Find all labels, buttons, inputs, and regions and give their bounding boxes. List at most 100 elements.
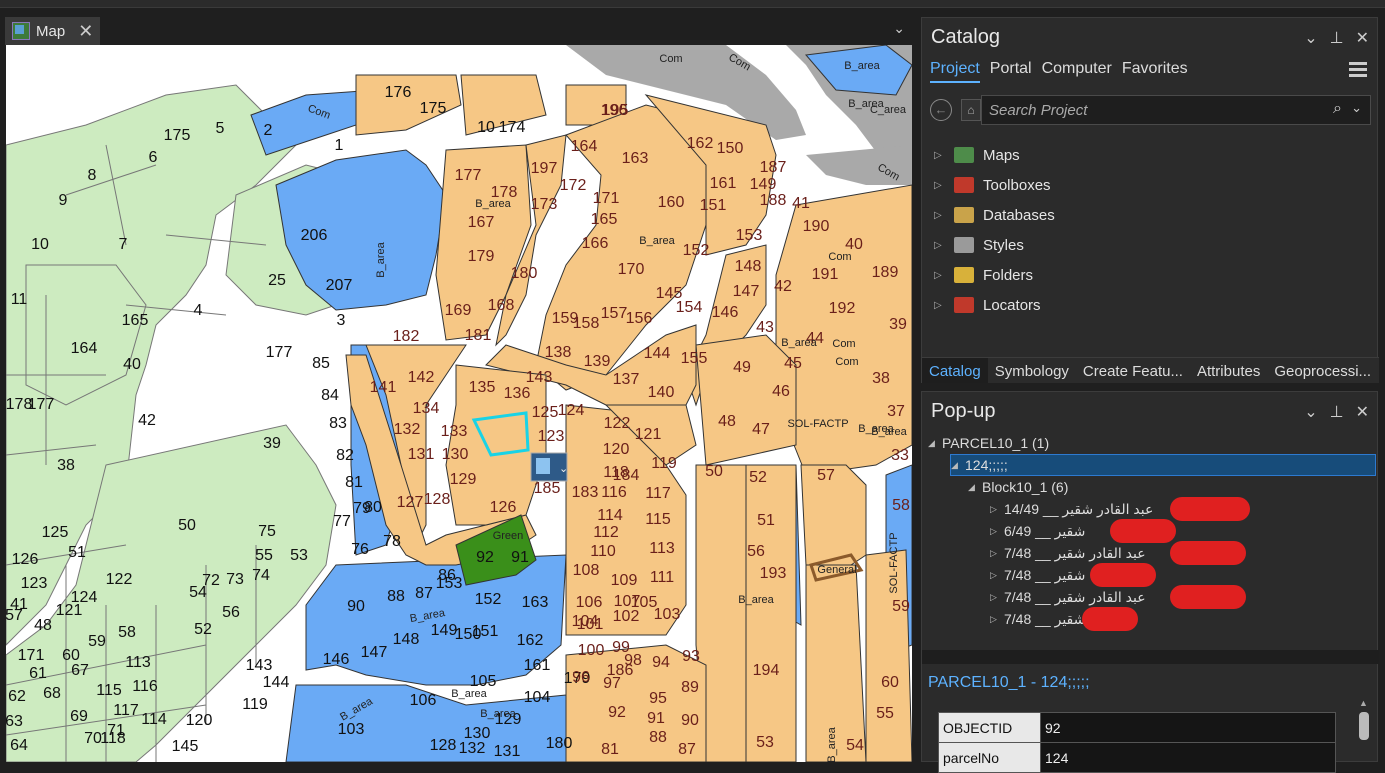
tab-geoprocessing[interactable]: Geoprocessi... [1267,358,1378,383]
popup-record-row[interactable]: ▷ 7/48 __ شقير [990,607,1376,631]
tab-computer[interactable]: Computer [1042,60,1112,83]
catalog-title: Catalog [931,26,1000,48]
map-label: 184 [613,467,640,484]
catalog-item-locators[interactable]: ▷ Locators [934,290,1055,320]
map-label: 191 [812,266,839,283]
map-label: 91 [647,710,665,727]
popup-record-row[interactable]: ▷ 7/48 __ عبد القادر شقير [990,541,1376,565]
tab-portal[interactable]: Portal [990,60,1032,83]
map-label: General [817,564,856,576]
back-icon[interactable]: ← [930,99,952,121]
splitter[interactable] [922,650,1379,664]
popup-record-row[interactable]: ▷ 7/48 __ شقير [990,563,1376,587]
map-label: B_area [738,594,774,606]
scrollbar[interactable]: ▲ [1359,698,1371,758]
map-label: 128 [430,737,457,754]
popup-record-row[interactable]: ▷ 7/48 __ عبد القادر شقير [990,585,1376,609]
map-label: 1 [335,137,344,154]
popup-record-row[interactable]: ▷ 6/49 __ شقير [990,519,1376,543]
map-canvas[interactable]: ⌄ 17617510 174175 5 2618910 7111654252062073… [6,45,912,762]
map-label: 140 [648,384,675,401]
map-label: 206 [301,227,328,244]
close-icon[interactable]: ✕ [1356,28,1369,48]
map-label: 131 [408,446,435,463]
pane-controls: ⌄ ⊥ ✕ [1304,402,1369,422]
close-icon[interactable]: ✕ [1356,402,1369,422]
popup-related-row[interactable]: ◢ Block10_1 (6) [968,476,1376,498]
chevron-down-icon[interactable]: ⌄ [1351,100,1362,116]
tab-create-features[interactable]: Create Featu... [1076,358,1190,383]
catalog-item-toolboxes[interactable]: ▷ Toolboxes [934,170,1055,200]
map-label: 161 [524,657,551,674]
map-label: 41 [792,195,810,212]
map-label: 160 [658,194,685,211]
map-label: 59 [88,633,106,650]
popup-record-label: 7/48 __ شقير [1004,566,1086,583]
tab-attributes[interactable]: Attributes [1190,358,1267,383]
map-label: 172 [560,177,587,194]
menu-icon[interactable] [1349,62,1367,78]
search-input[interactable]: Search Project ⌕ ⌄ [981,95,1371,125]
locator-icon [954,297,974,313]
map-label: 25 [268,272,286,289]
tab-map-label: Map [36,22,66,40]
map-label: 119 [242,696,268,713]
catalog-item-folders[interactable]: ▷ Folders [934,260,1055,290]
map-label: 143 [246,657,273,674]
map-label: 4 [194,302,203,319]
map-label: 118 [100,730,126,747]
map-label: 37 [887,403,905,420]
popup-feature-row[interactable]: ◢ 124;;;;; [950,454,1376,476]
chevron-down-icon[interactable]: ⌄ [893,20,905,37]
feature-title-link[interactable]: PARCEL10_1 - 124;;;;; [928,674,1090,692]
tab-symbology[interactable]: Symbology [988,358,1076,383]
map-label: 10 [31,236,49,253]
map-label: 185 [534,480,561,497]
map-label: 39 [263,435,281,452]
popup-layer-row[interactable]: ◢ PARCEL10_1 (1) [928,432,1376,454]
search-icon[interactable]: ⌕ [1333,100,1342,118]
catalog-item-styles[interactable]: ▷ Styles [934,230,1055,260]
map-label: 135 [469,379,496,396]
home-icon[interactable]: ⌂ [961,99,981,121]
map-label: 54 [189,584,207,601]
close-icon[interactable]: ✕ [78,21,93,42]
catalog-item-databases[interactable]: ▷ Databases [934,200,1055,230]
map-label: 166 [582,235,609,252]
map-label: 150 [717,140,744,157]
map-label: 101 [577,616,604,633]
attr-key: OBJECTID [938,712,1041,743]
map-label: 174 [499,119,526,136]
map-label: 106 [410,692,437,709]
toolbox-icon [954,177,974,193]
map-label: 164 [71,340,98,357]
map-label: 139 [584,353,611,370]
map-label: 128 [424,491,451,508]
map-label: 58 [892,497,910,514]
map-label: Green [493,530,524,542]
popup-record-label: 6/49 __ شقير [1004,522,1086,539]
tab-project[interactable]: Project [930,60,980,83]
map-label: 3 [337,312,346,329]
pin-icon[interactable]: ⊥ [1330,402,1344,422]
popup-record-label: 7/48 __ شقير [1004,610,1086,627]
popup-record-row[interactable]: ▷ 14/49 __ عبد القادر شقير [990,497,1376,521]
chevron-down-icon[interactable]: ⌄ [1304,402,1317,422]
chevron-down-icon[interactable]: ⌄ [1304,28,1317,48]
map-label: 122 [604,415,631,432]
map-label: 195 [602,102,629,119]
map-label: 80 [364,499,382,516]
map-view[interactable]: ⌄ 176 175 10 174 175 5 2 6 1 8 9 10 7 11 165 4 25 206 207 3… [6,45,912,762]
redaction-mark [1082,607,1138,631]
pin-icon[interactable]: ⊥ [1330,28,1344,48]
catalog-item-maps[interactable]: ▷ Maps [934,140,1055,170]
tab-catalog[interactable]: Catalog [922,358,988,383]
map-label: 82 [336,447,354,464]
map-label: 51 [68,544,86,561]
map-label: 179 [468,248,495,265]
tab-favorites[interactable]: Favorites [1122,60,1188,83]
map-label: Com [832,338,855,350]
tab-map[interactable]: Map ✕ [5,17,100,45]
map-label: 9 [59,192,68,209]
map-label: 90 [347,598,365,615]
